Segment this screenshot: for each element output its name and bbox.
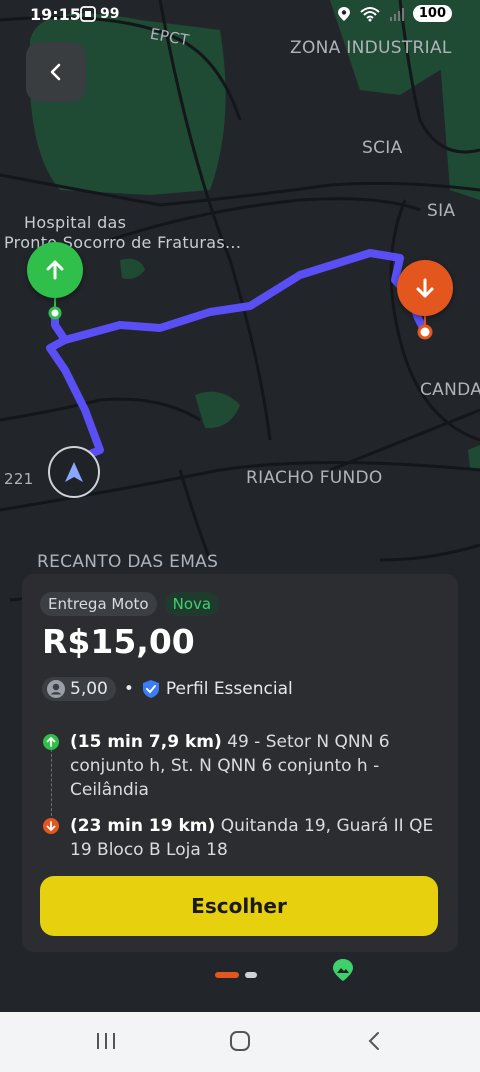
recents-button[interactable] [86, 1026, 126, 1056]
signal-icon [389, 7, 404, 21]
system-back-button[interactable] [354, 1026, 394, 1056]
offer-badges: Entrega Moto Nova [40, 592, 220, 616]
offer-card[interactable]: Entrega Moto Nova R$15,00 5,00 • Perfil … [22, 574, 458, 952]
choose-button[interactable]: Escolher [40, 876, 438, 936]
map-label-riacho-fundo: RIACHO FUNDO [246, 468, 383, 488]
map-label-sia: SIA [427, 201, 456, 221]
separator-dot: • [123, 679, 134, 699]
map-label-road-221: 221 [4, 470, 34, 488]
status-bar: 19:15 99 100 [0, 0, 480, 30]
dropoff-stop: (23 min 19 km) Quitanda 19, Guará II QE … [43, 814, 444, 862]
pickup-dot [43, 734, 59, 750]
screenshot-icon [80, 6, 96, 22]
current-location-marker [48, 446, 100, 498]
user-icon [47, 680, 65, 698]
dropoff-dot [43, 818, 59, 834]
home-button[interactable] [220, 1026, 260, 1056]
origin-pin[interactable] [27, 242, 83, 298]
map-label-zona-industrial: ZONA INDUSTRIAL [290, 38, 452, 58]
dropoff-eta: (23 min 19 km) [70, 816, 216, 836]
recents-icon [97, 1033, 115, 1049]
chevron-left-icon [50, 63, 61, 81]
notification-count: 99 [100, 6, 120, 22]
map-label-scia: SCIA [362, 138, 403, 158]
battery-indicator: 100 [412, 5, 452, 22]
pickup-text: (15 min 7,9 km) 49 - Setor N QNN 6 conju… [44, 730, 444, 802]
navigation-arrow-icon [65, 462, 83, 482]
home-icon [230, 1031, 250, 1051]
map-label-hospital-line1: Hospital das [24, 213, 127, 232]
dropoff-text: (23 min 19 km) Quitanda 19, Guará II QE … [44, 814, 444, 862]
service-type-badge: Entrega Moto [40, 592, 157, 616]
map-label-canda: CANDA [420, 380, 480, 400]
pickup-eta: (15 min 7,9 km) [70, 732, 222, 752]
page-dot-active [215, 972, 239, 978]
wifi-icon [360, 6, 380, 21]
status-time: 19:15 [30, 5, 81, 24]
destination-point [417, 324, 433, 340]
arrow-down-icon [416, 278, 434, 298]
park-area [29, 13, 226, 196]
destination-pin[interactable] [397, 260, 453, 316]
rating-chip: 5,00 [42, 677, 116, 701]
location-icon [337, 6, 350, 21]
offer-price: R$15,00 [42, 622, 195, 661]
profile-label: Perfil Essencial [165, 679, 293, 699]
map-label-recanto-das-emas: RECANTO DAS EMAS [37, 552, 219, 572]
page-indicator [215, 972, 257, 978]
rating-row: 5,00 • Perfil Essencial [42, 677, 293, 701]
system-nav-bar [0, 1012, 480, 1072]
arrow-up-icon [46, 737, 56, 747]
map-pin-help-icon[interactable] [331, 958, 355, 982]
new-badge: Nova [164, 592, 220, 616]
arrow-up-icon [46, 260, 64, 280]
arrow-down-icon [46, 821, 56, 831]
rating-value: 5,00 [70, 679, 108, 699]
back-button[interactable] [26, 42, 86, 102]
back-arrow-icon [368, 1032, 379, 1050]
pickup-stop: (15 min 7,9 km) 49 - Setor N QNN 6 conju… [43, 730, 444, 802]
page-dot [245, 972, 257, 978]
shield-check-icon [142, 680, 159, 698]
origin-point [48, 306, 62, 320]
status-right-icons: 100 [337, 5, 452, 22]
status-notifications: 99 [80, 6, 119, 22]
